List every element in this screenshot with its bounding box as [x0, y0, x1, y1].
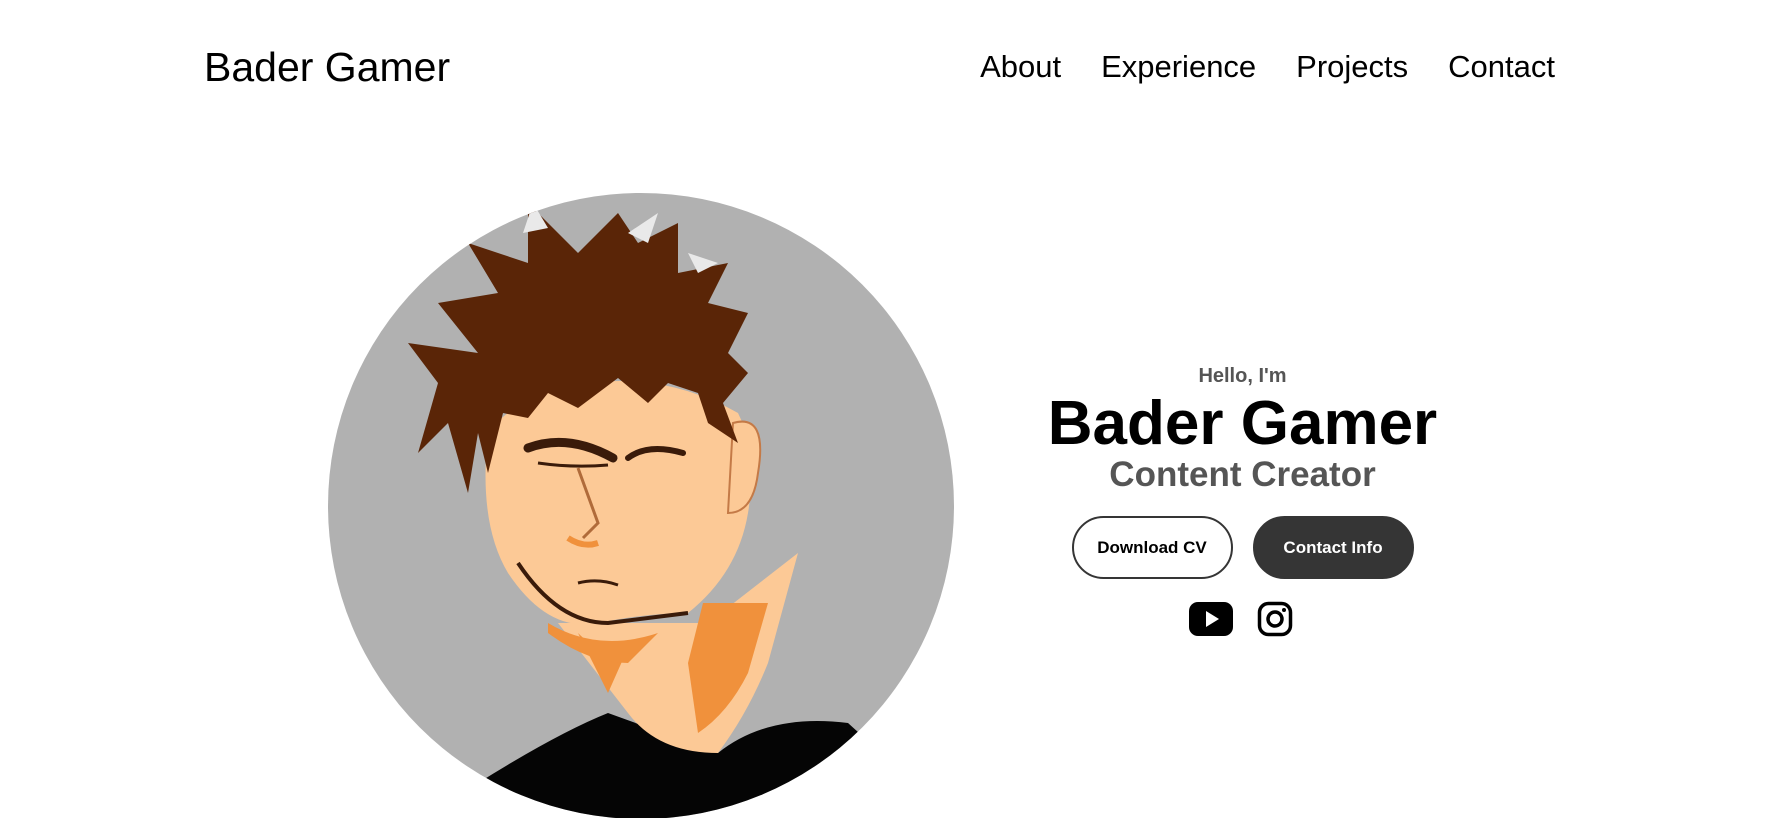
download-cv-button[interactable]: Download CV — [1071, 516, 1233, 579]
instagram-icon[interactable] — [1253, 601, 1297, 637]
site-logo[interactable]: Bader Gamer — [204, 42, 450, 92]
hero-name: Bader Gamer — [1047, 389, 1438, 458]
youtube-icon[interactable] — [1188, 601, 1233, 637]
nav-links: About Experience Projects Contact — [980, 48, 1555, 86]
hero-buttons: Download CV Contact Info — [1000, 516, 1485, 579]
nav-link-projects[interactable]: Projects — [1296, 48, 1408, 86]
hero-section: Hello, I'm Bader Gamer Content Creator D… — [1000, 362, 1485, 637]
greeting-text: Hello, I'm — [1198, 365, 1287, 387]
social-links — [1000, 601, 1485, 637]
nav-link-experience[interactable]: Experience — [1101, 48, 1256, 86]
page: Bader Gamer About Experience Projects Co… — [0, 0, 1773, 818]
contact-info-button[interactable]: Contact Info — [1252, 516, 1414, 579]
avatar-illustration — [328, 193, 954, 818]
hero-role: Content Creator — [1109, 455, 1376, 494]
profile-picture — [328, 193, 954, 818]
top-nav: Bader Gamer About Experience Projects Co… — [0, 0, 1773, 136]
nav-link-contact[interactable]: Contact — [1448, 48, 1555, 86]
nav-link-about[interactable]: About — [980, 48, 1061, 86]
